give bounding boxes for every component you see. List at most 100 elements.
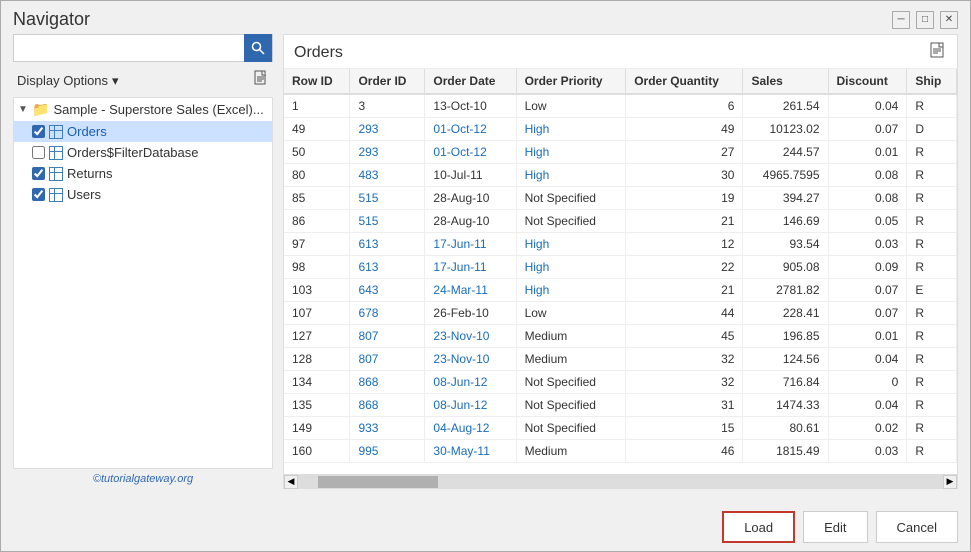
table-row: 86 515 28-Aug-10 Not Specified 21 146.69… (284, 210, 957, 233)
cell-order-id: 293 (350, 141, 425, 164)
minimize-button[interactable]: ─ (892, 11, 910, 29)
cell-sales: 1474.33 (743, 394, 828, 417)
cell-order-quantity: 32 (626, 348, 743, 371)
cell-order-priority: Not Specified (516, 371, 626, 394)
cell-sales: 4965.7595 (743, 164, 828, 187)
search-button[interactable] (244, 34, 272, 62)
load-button[interactable]: Load (722, 511, 795, 543)
cell-sales: 10123.02 (743, 118, 828, 141)
cell-discount: 0.05 (828, 210, 907, 233)
cell-order-priority: High (516, 279, 626, 302)
cell-order-quantity: 22 (626, 256, 743, 279)
folder-icon: 📁 (32, 101, 49, 118)
left-panel: Display Options ▾ ▼ (13, 34, 283, 489)
cell-order-id: 613 (350, 256, 425, 279)
cell-discount: 0.08 (828, 164, 907, 187)
cell-ship: E (907, 279, 957, 302)
col-order-date: Order Date (425, 69, 516, 94)
cell-order-date: 23-Nov-10 (425, 325, 516, 348)
orders-filter-checkbox[interactable] (32, 146, 45, 159)
table-row: 149 933 04-Aug-12 Not Specified 15 80.61… (284, 417, 957, 440)
tree-item-returns[interactable]: Returns (14, 163, 272, 184)
table-row: 49 293 01-Oct-12 High 49 10123.02 0.07 D (284, 118, 957, 141)
cell-discount: 0.08 (828, 187, 907, 210)
close-button[interactable]: ✕ (940, 11, 958, 29)
users-table-icon (49, 188, 63, 202)
cell-sales: 716.84 (743, 371, 828, 394)
cell-order-id: 868 (350, 394, 425, 417)
cell-ship: R (907, 233, 957, 256)
scroll-right-button[interactable]: ▶ (943, 475, 957, 489)
cell-order-priority: Not Specified (516, 417, 626, 440)
cell-row-id: 50 (284, 141, 350, 164)
window-title: Navigator (13, 9, 90, 30)
scroll-left-button[interactable]: ◀ (284, 475, 298, 489)
cell-row-id: 86 (284, 210, 350, 233)
cell-sales: 2781.82 (743, 279, 828, 302)
cell-order-priority: High (516, 118, 626, 141)
title-bar: Navigator ─ □ ✕ (1, 1, 970, 34)
watermark: ©tutorialgateway.org (13, 469, 273, 489)
cell-sales: 124.56 (743, 348, 828, 371)
table-row: 134 868 08-Jun-12 Not Specified 32 716.8… (284, 371, 957, 394)
table-row: 135 868 08-Jun-12 Not Specified 31 1474.… (284, 394, 957, 417)
tree-item-users[interactable]: Users (14, 184, 272, 205)
cell-order-priority: Low (516, 302, 626, 325)
table-row: 98 613 17-Jun-11 High 22 905.08 0.09 R (284, 256, 957, 279)
cell-order-date: 13-Oct-10 (425, 94, 516, 118)
display-options-button[interactable]: Display Options ▾ (13, 71, 123, 91)
right-panel-actions (929, 41, 947, 64)
cell-order-priority: Medium (516, 348, 626, 371)
table-row: 50 293 01-Oct-12 High 27 244.57 0.01 R (284, 141, 957, 164)
table-row: 85 515 28-Aug-10 Not Specified 19 394.27… (284, 187, 957, 210)
cell-order-date: 28-Aug-10 (425, 210, 516, 233)
footer: Load Edit Cancel (1, 501, 970, 551)
cell-order-quantity: 31 (626, 394, 743, 417)
data-table-container[interactable]: Row ID Order ID Order Date Order Priorit… (284, 69, 957, 474)
edit-button[interactable]: Edit (803, 511, 867, 543)
export-button[interactable] (929, 41, 947, 64)
cell-order-quantity: 19 (626, 187, 743, 210)
returns-checkbox[interactable] (32, 167, 45, 180)
users-checkbox[interactable] (32, 188, 45, 201)
orders-label: Orders (67, 124, 107, 139)
scroll-thumb[interactable] (318, 476, 438, 488)
navigator-window: Navigator ─ □ ✕ Display (0, 0, 971, 552)
table-row: 107 678 26-Feb-10 Low 44 228.41 0.07 R (284, 302, 957, 325)
cell-ship: R (907, 141, 957, 164)
restore-button[interactable]: □ (916, 11, 934, 29)
orders-checkbox[interactable] (32, 125, 45, 138)
cell-order-date: 23-Nov-10 (425, 348, 516, 371)
cell-row-id: 160 (284, 440, 350, 463)
cancel-button[interactable]: Cancel (876, 511, 958, 543)
tree-view[interactable]: ▼ 📁 Sample - Superstore Sales (Excel)...… (13, 97, 273, 469)
cell-sales: 394.27 (743, 187, 828, 210)
horizontal-scrollbar[interactable]: ◀ ▶ (284, 474, 957, 488)
cell-row-id: 135 (284, 394, 350, 417)
tree-item-orders-filter[interactable]: Orders$FilterDatabase (14, 142, 272, 163)
cell-ship: R (907, 417, 957, 440)
cell-ship: R (907, 394, 957, 417)
tree-root-item[interactable]: ▼ 📁 Sample - Superstore Sales (Excel)... (14, 98, 272, 121)
export-icon (929, 41, 947, 59)
nav-page-icon-button[interactable] (249, 68, 273, 93)
search-box (13, 34, 273, 62)
tree-item-orders[interactable]: Orders (14, 121, 272, 142)
cell-discount: 0.03 (828, 233, 907, 256)
cell-order-date: 08-Jun-12 (425, 394, 516, 417)
cell-order-id: 613 (350, 233, 425, 256)
cell-sales: 93.54 (743, 233, 828, 256)
col-sales: Sales (743, 69, 828, 94)
cell-discount: 0.07 (828, 302, 907, 325)
col-order-priority: Order Priority (516, 69, 626, 94)
right-panel-title: Orders (294, 44, 343, 62)
cell-order-priority: Not Specified (516, 210, 626, 233)
search-input[interactable] (14, 39, 244, 58)
cell-order-date: 24-Mar-11 (425, 279, 516, 302)
cell-row-id: 107 (284, 302, 350, 325)
cell-order-quantity: 21 (626, 279, 743, 302)
cell-order-date: 10-Jul-11 (425, 164, 516, 187)
table-row: 127 807 23-Nov-10 Medium 45 196.85 0.01 … (284, 325, 957, 348)
scroll-track[interactable] (298, 475, 943, 489)
cell-discount: 0.04 (828, 94, 907, 118)
